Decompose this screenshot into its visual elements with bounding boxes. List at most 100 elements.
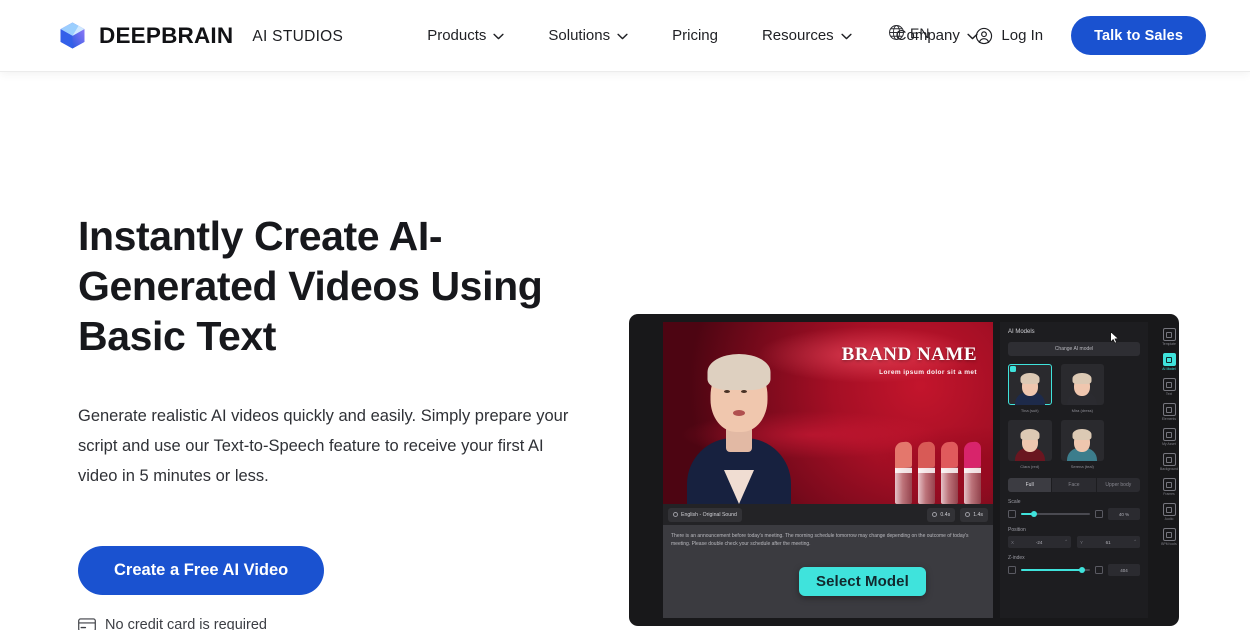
model-card-1[interactable]: Mira (dress) (1060, 364, 1104, 413)
tab-full[interactable]: Full (1008, 478, 1053, 492)
language-switcher[interactable]: EN (888, 24, 929, 41)
position-x-field[interactable]: X -24 ⌃ (1008, 536, 1071, 548)
rail-item-elements[interactable]: Elements (1155, 401, 1179, 423)
ai-model-icon (1162, 353, 1176, 366)
hero-copy: Instantly Create AI- Generated Videos Us… (78, 211, 598, 630)
model-card-2[interactable]: Clara (red) (1008, 420, 1052, 469)
position-y-field[interactable]: Y 61 ⌃ (1077, 536, 1140, 548)
template-icon (1162, 328, 1176, 341)
axis-y-label: Y (1080, 539, 1084, 545)
model-thumbnail (1008, 364, 1052, 405)
stepper-icon: ⌃ (1133, 539, 1137, 544)
rail-label: Background (1159, 467, 1179, 471)
lipstick-item (941, 441, 958, 504)
rail-item-audio[interactable]: Audio (1155, 501, 1179, 523)
presenter-hair (707, 354, 771, 390)
panel-title: AI Models (1008, 329, 1035, 335)
model-face (1067, 427, 1098, 461)
tab-face[interactable]: Face (1052, 478, 1097, 492)
chevron-down-icon (493, 33, 505, 40)
my-asset-icon (1162, 428, 1176, 441)
brand-logo[interactable]: DEEPBRAIN AI STUDIOS (58, 21, 343, 50)
video-canvas[interactable]: BRAND NAME Lorem ipsum dolor sit a met (663, 322, 993, 504)
rail-label: My Asset (1162, 442, 1176, 446)
time-pill[interactable]: 1.4s (960, 507, 988, 522)
nav-item-pricing[interactable]: Pricing (650, 16, 740, 56)
lock-icon[interactable] (1095, 510, 1103, 518)
nav-item-products[interactable]: Products (405, 16, 526, 56)
model-card-3[interactable]: Serena (teal) (1060, 420, 1104, 469)
credit-card-icon (78, 618, 96, 630)
axis-x-label: X (1011, 539, 1015, 545)
rail-item-frames[interactable]: Frames (1155, 476, 1179, 498)
script-text: There is an announcement before today's … (671, 533, 969, 547)
no-credit-card-note: No credit card is required (78, 617, 598, 630)
globe-icon (889, 25, 904, 40)
change-ai-model-button[interactable]: Change AI model (1008, 342, 1140, 356)
login-label: Log In (1001, 27, 1044, 44)
timer-icon (965, 512, 971, 517)
page-title: Instantly Create AI- Generated Videos Us… (78, 213, 543, 359)
nav-label: Solutions (548, 27, 611, 44)
rail-item-background[interactable]: Background (1155, 451, 1179, 473)
create-free-ai-video-button[interactable]: Create a Free AI Video (78, 546, 325, 595)
hero-section: Instantly Create AI- Generated Videos Us… (0, 71, 1250, 630)
model-face (1014, 371, 1045, 405)
app-preview: BRAND NAME Lorem ipsum dolor sit a met E… (629, 314, 1179, 626)
scale-value[interactable]: 40 % (1108, 508, 1140, 520)
scale-slider[interactable] (1021, 510, 1090, 519)
model-face (1014, 427, 1045, 461)
tab-upper-body[interactable]: Upper body (1097, 478, 1140, 492)
zindex-label: Z-index (1008, 555, 1025, 561)
position-control: X -24 ⌃ Y 61 ⌃ (1008, 536, 1140, 548)
duration-pill[interactable]: 0.4s (927, 507, 956, 522)
model-face (1067, 371, 1098, 405)
select-model-button[interactable]: Select Model (799, 567, 926, 596)
zindex-value[interactable]: 404 (1108, 564, 1140, 576)
position-label: Position (1008, 527, 1026, 533)
rail-label: Frames (1163, 492, 1175, 496)
ai-models-panel: AI Models Change AI model Tina (suit) Mi… (1000, 322, 1148, 618)
voice-selector-pill[interactable]: English - Original Sound (668, 507, 742, 522)
model-label: Clara (red) (1020, 464, 1040, 469)
scale-control: 40 % (1008, 508, 1140, 520)
zindex-slider[interactable] (1021, 566, 1090, 575)
voice-icon (673, 512, 678, 517)
preview-stage: BRAND NAME Lorem ipsum dolor sit a met E… (663, 322, 993, 618)
rail-item-ai-model[interactable]: AI Model (1155, 351, 1179, 373)
rail-label: Elements (1161, 417, 1177, 421)
lipstick-item (918, 441, 935, 504)
mouse-pointer-icon (1110, 331, 1119, 344)
video-brand-tagline: Lorem ipsum dolor sit a met (879, 369, 977, 376)
rail-item-text[interactable]: Text (1155, 376, 1179, 398)
model-card-0[interactable]: Tina (suit) (1008, 364, 1052, 413)
layers-icon (1008, 566, 1016, 574)
model-thumbnail (1060, 420, 1104, 461)
cube-gem-icon (60, 22, 85, 49)
model-thumbnail (1060, 364, 1104, 405)
chevron-down-icon (617, 33, 628, 40)
clock-icon (932, 512, 938, 517)
rail-item-my-asset[interactable]: My Asset (1155, 426, 1179, 448)
rail-label: Audio (1164, 517, 1174, 521)
presenter-collar (724, 470, 754, 504)
header-actions: Log In Talk to Sales (975, 0, 1206, 71)
position-y-value: 61 (1105, 539, 1111, 545)
rail-item-template[interactable]: Template (1155, 326, 1179, 348)
rail-item-bpm-tools[interactable]: BPM tools (1155, 526, 1179, 548)
position-x-value: -24 (1035, 539, 1043, 545)
bpm-tools-icon (1162, 528, 1176, 541)
rail-label: Text (1165, 392, 1173, 396)
language-label: EN (910, 24, 930, 41)
nav-item-resources[interactable]: Resources (740, 16, 874, 56)
nav-item-solutions[interactable]: Solutions (526, 16, 650, 56)
hero-subtitle: Generate realistic AI videos quickly and… (78, 407, 569, 485)
login-link[interactable]: Log In (975, 27, 1043, 45)
nav-label: Resources (761, 27, 834, 44)
duration-label: 0.4s (940, 511, 951, 518)
brand-name: DEEPBRAIN (99, 22, 234, 48)
reset-icon[interactable] (1095, 566, 1103, 574)
nav-label: Pricing (672, 27, 718, 44)
model-label: Mira (dress) (1071, 408, 1093, 413)
talk-to-sales-button[interactable]: Talk to Sales (1071, 16, 1206, 55)
